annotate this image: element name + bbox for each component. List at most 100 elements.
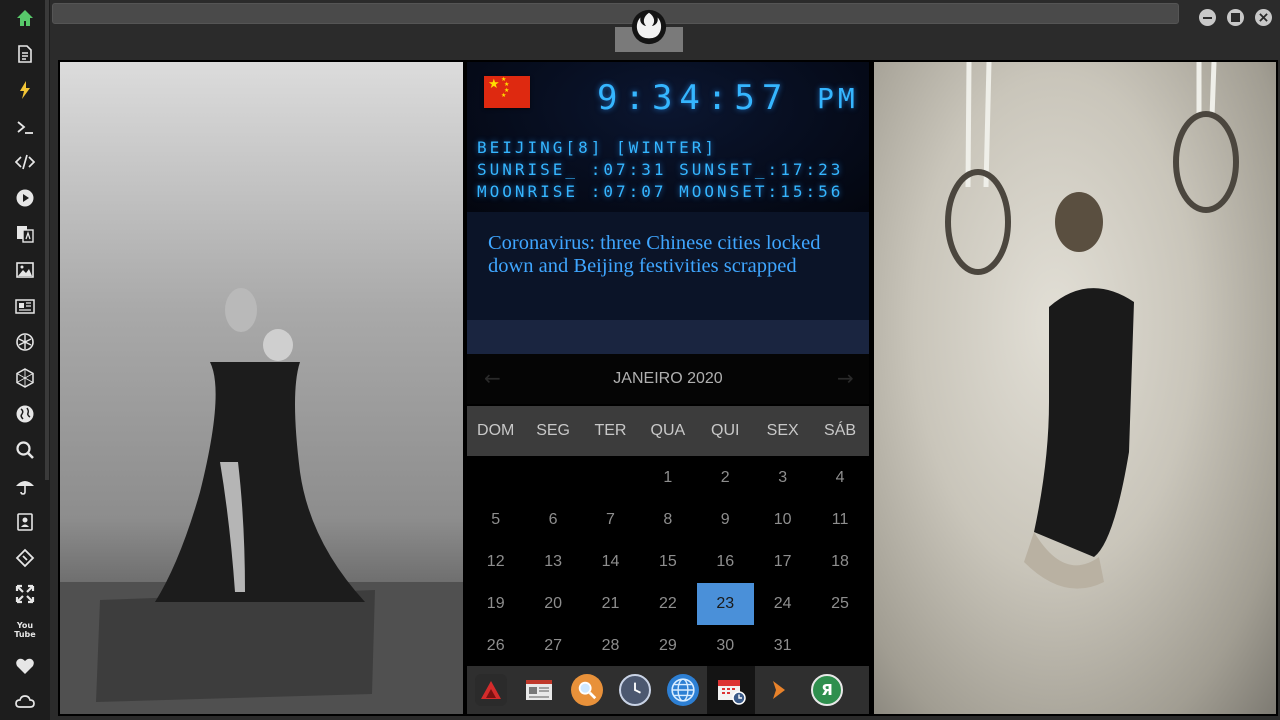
arrow-app-icon bbox=[763, 674, 795, 706]
calendar-day[interactable]: 12 bbox=[467, 541, 524, 583]
dock-item-browser[interactable] bbox=[659, 666, 707, 714]
news-reader-icon bbox=[523, 674, 555, 706]
rebel-alliance-icon[interactable] bbox=[12, 329, 38, 355]
top-bar bbox=[50, 0, 1280, 54]
image-icon[interactable] bbox=[12, 257, 38, 283]
calendar-day[interactable]: 22 bbox=[639, 583, 696, 625]
calendar-week-row: 26 27 28 29 30 31 bbox=[467, 625, 869, 667]
calendar-day[interactable]: 24 bbox=[754, 583, 811, 625]
rebel-alliance-logo-icon bbox=[631, 9, 667, 45]
calendar-day[interactable]: 31 bbox=[754, 625, 811, 667]
dock-item-search[interactable] bbox=[563, 666, 611, 714]
app-dock: Я bbox=[467, 666, 869, 714]
minimize-button[interactable] bbox=[1199, 9, 1216, 26]
calendar-day[interactable]: 2 bbox=[697, 457, 754, 499]
home-icon[interactable] bbox=[12, 5, 38, 31]
hexagon-icon[interactable] bbox=[12, 365, 38, 391]
world-clock: ★ ★ ★ ★ ★ 9:34:57 PM BEIJING[8] [WINTER]… bbox=[467, 62, 869, 212]
calendar-day[interactable]: 30 bbox=[697, 625, 754, 667]
center-widget: ★ ★ ★ ★ ★ 9:34:57 PM BEIJING[8] [WINTER]… bbox=[464, 62, 872, 714]
sidebar-scrollbar[interactable] bbox=[45, 0, 49, 480]
calendar-week-row: 1234 bbox=[467, 457, 869, 499]
calendar-day[interactable]: 16 bbox=[697, 541, 754, 583]
tag-code-icon[interactable] bbox=[12, 545, 38, 571]
calendar-day[interactable]: 20 bbox=[524, 583, 581, 625]
calendar-day[interactable]: 29 bbox=[639, 625, 696, 667]
globe-icon[interactable] bbox=[12, 401, 38, 427]
calendar-day[interactable]: 25 bbox=[811, 583, 868, 625]
yandex-icon: Я bbox=[811, 674, 843, 706]
calendar: ← JANEIRO 2020 → DOM SEG TER QUA QUI SEX… bbox=[467, 354, 869, 666]
weekday-label: TER bbox=[594, 422, 627, 439]
cloud-icon[interactable] bbox=[12, 689, 38, 715]
dock-item-news[interactable] bbox=[515, 666, 563, 714]
document-icon[interactable] bbox=[12, 41, 38, 67]
calendar-day[interactable]: 7 bbox=[582, 499, 639, 541]
dock-item-yandex[interactable]: Я bbox=[803, 666, 851, 714]
calendar-day[interactable]: 13 bbox=[524, 541, 581, 583]
calendar-header: ← JANEIRO 2020 → bbox=[467, 354, 869, 404]
terminal-icon[interactable] bbox=[12, 114, 38, 140]
clock-time: 9:34:57 bbox=[597, 78, 790, 118]
search-icon[interactable] bbox=[12, 437, 38, 463]
news-headline[interactable]: Coronavirus: three Chinese cities locked… bbox=[488, 232, 848, 278]
calendar-day[interactable]: 11 bbox=[811, 499, 868, 541]
news-panel: Coronavirus: three Chinese cities locked… bbox=[467, 212, 869, 320]
calendar-day-today[interactable]: 23 bbox=[696, 583, 754, 625]
dock-item-arrow[interactable] bbox=[755, 666, 803, 714]
weekday-label: SÁB bbox=[824, 422, 857, 439]
calendar-day[interactable]: 8 bbox=[639, 499, 696, 541]
calendar-day bbox=[582, 457, 639, 499]
heart-icon[interactable] bbox=[12, 653, 38, 679]
calendar-grid: 1 2 3 4 5 6 7 8 9 10 11 12 13 14 15 16 17 18 19 20 21 22 23 24 2… bbox=[467, 457, 869, 667]
calendar-week-row: 5 6 7 8 9 10 11 bbox=[467, 499, 869, 541]
calendar-day[interactable]: 6 bbox=[524, 499, 581, 541]
calendar-icon bbox=[715, 674, 747, 706]
newspaper-icon[interactable] bbox=[12, 293, 38, 319]
calendar-day[interactable]: 5 bbox=[467, 499, 524, 541]
youtube-label: You Tube bbox=[14, 621, 36, 639]
calendar-day[interactable]: 26 bbox=[467, 625, 524, 667]
calendar-day[interactable]: 21 bbox=[582, 583, 639, 625]
expand-icon[interactable] bbox=[12, 581, 38, 607]
calendar-day[interactable]: 27 bbox=[524, 625, 581, 667]
maximize-button[interactable] bbox=[1227, 9, 1244, 26]
dock-item-clock[interactable] bbox=[611, 666, 659, 714]
calendar-day[interactable]: 1 bbox=[639, 457, 696, 499]
translate-icon[interactable] bbox=[12, 221, 38, 247]
close-button[interactable] bbox=[1255, 9, 1272, 26]
play-icon[interactable] bbox=[12, 185, 38, 211]
calendar-day[interactable]: 3 bbox=[754, 457, 811, 499]
next-month-icon[interactable]: → bbox=[837, 366, 854, 390]
right-photo bbox=[874, 62, 1276, 714]
calendar-day[interactable]: 10 bbox=[754, 499, 811, 541]
calendar-week-row: 19 20 21 22 23 24 25 bbox=[467, 583, 869, 625]
dock-item-launcher[interactable] bbox=[467, 666, 515, 714]
calendar-day[interactable]: 17 bbox=[754, 541, 811, 583]
umbrella-icon[interactable] bbox=[12, 473, 38, 499]
youtube-icon[interactable]: You Tube bbox=[12, 617, 38, 643]
weekday-label: SEG bbox=[536, 422, 570, 439]
weekday-label: SEX bbox=[766, 422, 799, 439]
search-icon bbox=[571, 674, 603, 706]
address-bar[interactable] bbox=[52, 3, 1179, 24]
calendar-week-row: 12 13 14 15 16 17 18 bbox=[467, 541, 869, 583]
lightning-icon[interactable] bbox=[12, 77, 38, 103]
calendar-day[interactable]: 15 bbox=[639, 541, 696, 583]
calendar-day[interactable]: 28 bbox=[582, 625, 639, 667]
clock-moon-times: MOONRISE :07:07 MOONSET:15:56 bbox=[477, 182, 844, 201]
contact-book-icon[interactable] bbox=[12, 509, 38, 535]
dock-item-calendar[interactable] bbox=[707, 666, 755, 714]
calendar-day[interactable]: 18 bbox=[811, 541, 868, 583]
calendar-day[interactable]: 4 bbox=[811, 457, 868, 499]
china-flag-icon: ★ ★ ★ ★ ★ bbox=[484, 76, 530, 108]
clock-sun-times: SUNRISE_ :07:31 SUNSET_:17:23 bbox=[477, 160, 844, 179]
calendar-day[interactable]: 19 bbox=[467, 583, 524, 625]
calendar-day bbox=[524, 457, 581, 499]
weekday-label: QUA bbox=[650, 422, 686, 439]
calendar-day[interactable]: 14 bbox=[582, 541, 639, 583]
code-icon[interactable] bbox=[12, 149, 38, 175]
calendar-day[interactable]: 9 bbox=[697, 499, 754, 541]
clock-ampm: PM bbox=[817, 82, 859, 115]
clock-icon bbox=[619, 674, 651, 706]
